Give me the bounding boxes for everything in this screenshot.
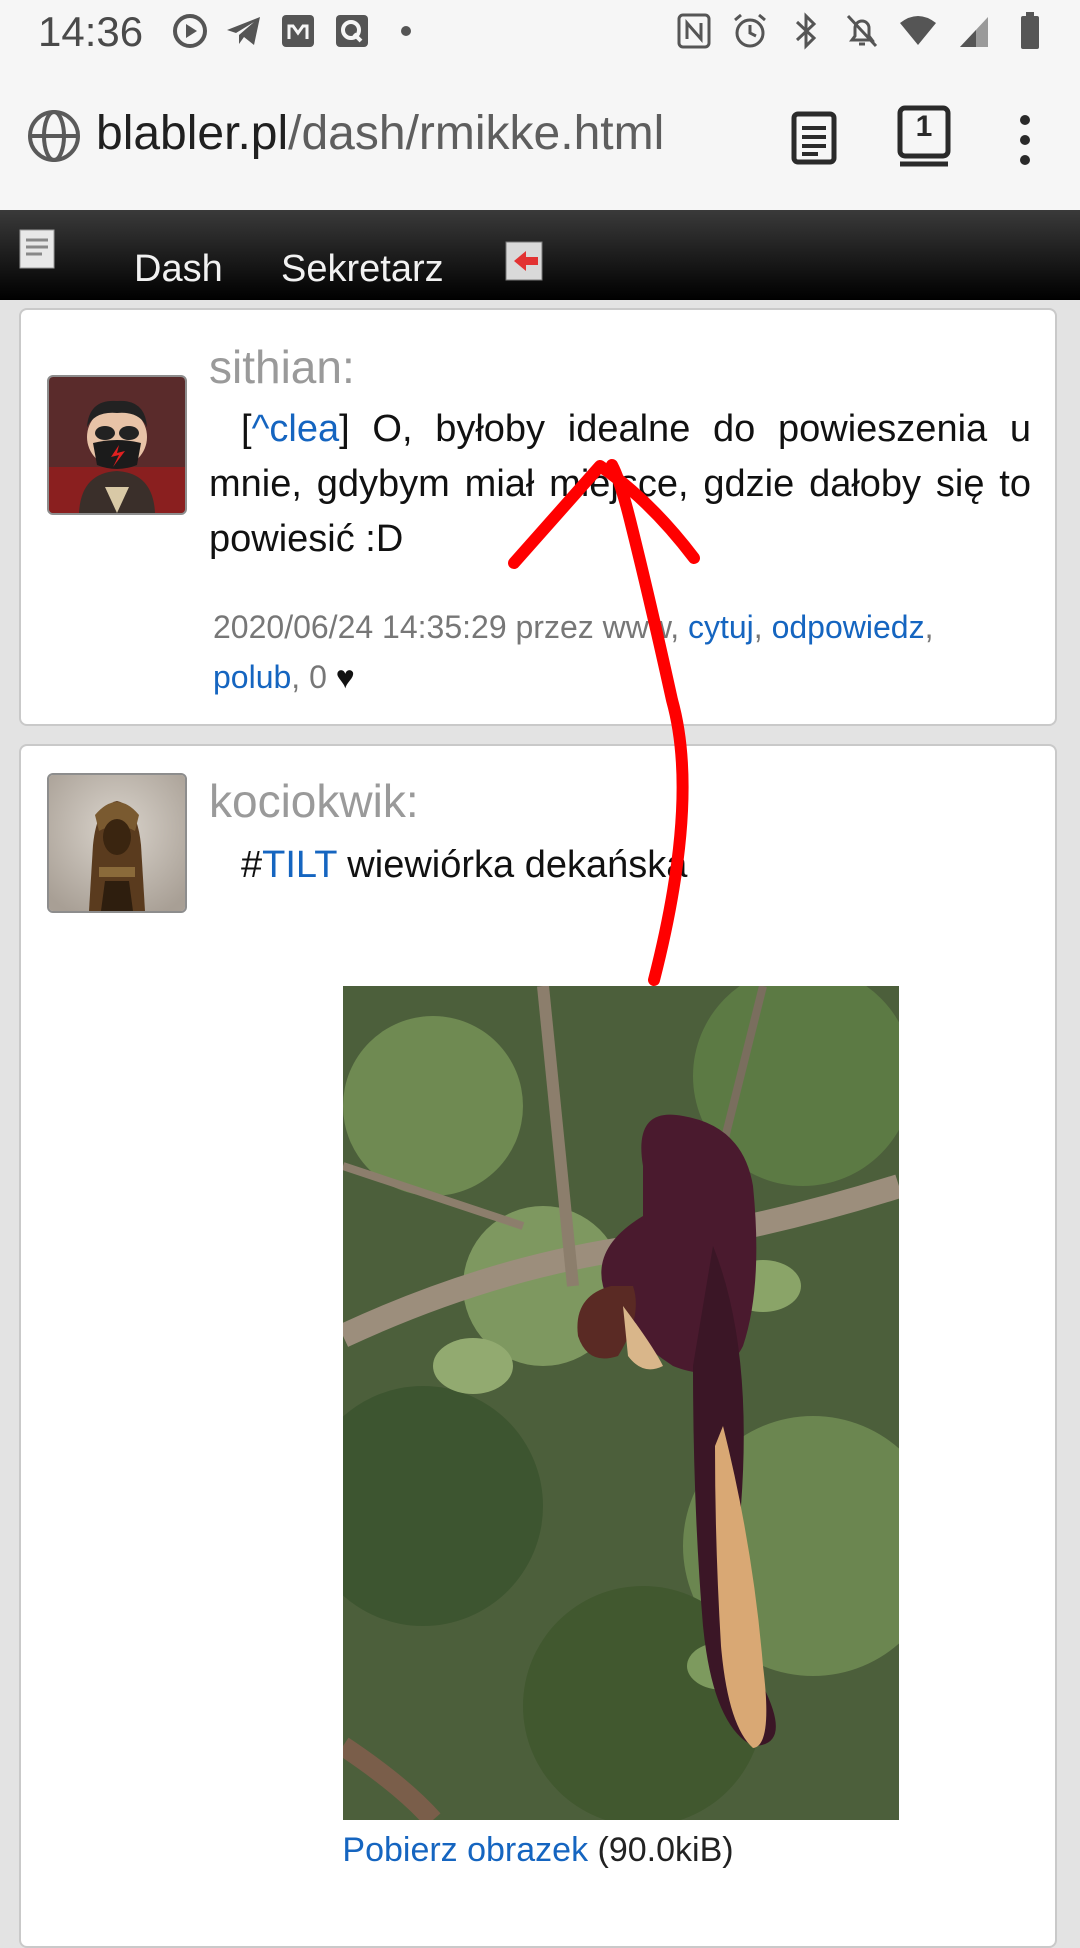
tab-count: 1	[915, 110, 933, 143]
post-timestamp: 2020/06/24 14:35:29	[213, 609, 507, 645]
like-count: 0	[309, 659, 327, 695]
q-app-icon	[332, 11, 372, 51]
site-nav: Dash Sekretarz	[0, 210, 1080, 300]
m-app-icon	[278, 11, 318, 51]
download-row: Pobierz obrazek (90.0kiB)	[21, 1831, 1055, 1870]
heart-icon: ♥	[335, 659, 355, 695]
post-source: przez www,	[515, 609, 680, 645]
reply-link[interactable]: odpowiedz	[772, 609, 925, 645]
mention-bracket-open: [	[241, 408, 252, 450]
alarm-icon	[730, 11, 770, 51]
url-path: /dash/rmikke.html	[288, 107, 665, 160]
post-message: #TILT wiewiórka dekańska	[209, 838, 1031, 893]
wifi-icon	[898, 11, 938, 51]
mention-bracket-close: ]	[339, 408, 350, 450]
hashtag-prefix: #	[241, 844, 263, 886]
post-message: [^clea] O, byłoby idealne do powieszenia…	[209, 402, 1031, 567]
url-domain: blabler.pl	[96, 107, 289, 160]
nav-dash-link[interactable]: Dash	[134, 248, 223, 291]
overflow-menu-icon[interactable]	[1010, 108, 1040, 172]
post-text: wiewiórka dekańska	[336, 844, 688, 886]
nfc-icon	[674, 11, 714, 51]
download-size: (90.0kiB)	[597, 1831, 734, 1869]
browser-toolbar: blabler.pl/dash/rmikke.html 1	[0, 60, 1080, 211]
reader-mode-icon[interactable]	[786, 106, 842, 170]
avatar[interactable]	[47, 375, 187, 515]
tab-switcher-button[interactable]: 1	[896, 104, 952, 168]
nav-sekretarz-link[interactable]: Sekretarz	[281, 248, 444, 291]
notes-icon[interactable]	[18, 228, 58, 272]
mention-link[interactable]: ^clea	[252, 408, 340, 450]
globe-icon[interactable]	[26, 108, 84, 166]
avatar[interactable]	[47, 773, 187, 913]
post-meta: 2020/06/24 14:35:29 przez www, cytuj, od…	[213, 609, 934, 695]
status-time: 14:36	[38, 8, 144, 55]
cell-signal-icon	[954, 11, 994, 51]
notifications-off-icon	[842, 11, 882, 51]
battery-icon	[1010, 11, 1050, 51]
hashtag-link[interactable]: TILT	[262, 844, 337, 886]
quote-link[interactable]: cytuj	[688, 609, 754, 645]
post-author[interactable]: kociokwik:	[209, 774, 419, 828]
post-card: sithian: [^clea] O, byłoby idealne do po…	[19, 308, 1057, 726]
telegram-icon	[224, 11, 264, 51]
post-card: kociokwik: #TILT wiewiórka dekańska Pobi	[19, 744, 1057, 1948]
logout-icon[interactable]	[504, 240, 546, 282]
download-image-link[interactable]: Pobierz obrazek	[342, 1831, 588, 1869]
post-image-squirrel[interactable]	[343, 986, 899, 1820]
url-field[interactable]: blabler.pl/dash/rmikke.html	[96, 106, 664, 161]
notification-dot-icon	[386, 11, 426, 51]
status-bar: 14:36	[0, 0, 1080, 60]
bluetooth-icon	[786, 11, 826, 51]
like-link[interactable]: polub	[213, 659, 291, 695]
post-author[interactable]: sithian:	[209, 340, 355, 394]
media-play-icon	[170, 11, 210, 51]
